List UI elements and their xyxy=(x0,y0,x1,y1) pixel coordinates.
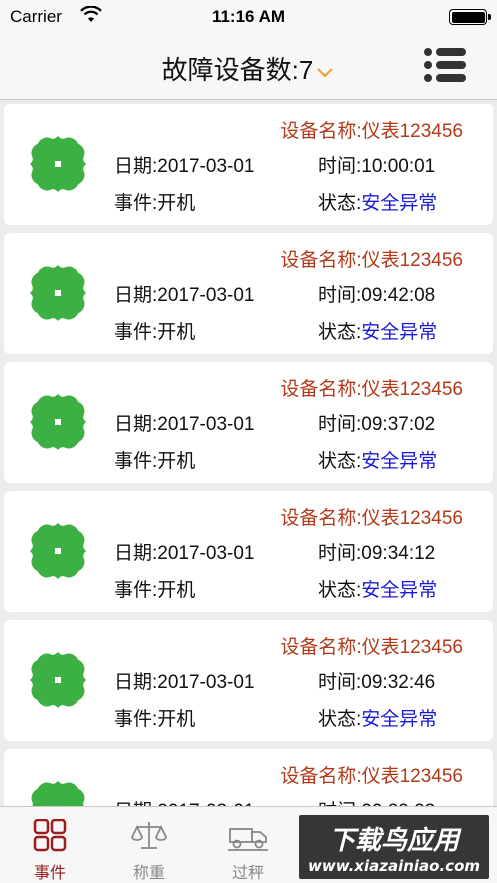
event-card[interactable]: 设备名称:仪表123456 日期:2017-03-01 时间:09:34:12 … xyxy=(4,491,493,612)
event-status: 状态:安全异常 xyxy=(318,317,437,344)
status-value: 安全异常 xyxy=(361,193,438,214)
event-time: 时间:09:32:46 xyxy=(318,672,436,693)
event-date: 日期:2017-03-01 xyxy=(114,543,255,564)
clover-icon xyxy=(30,394,86,450)
battery-icon xyxy=(449,9,491,25)
status-value: 安全异常 xyxy=(361,709,438,730)
tab-label: 过秤 xyxy=(231,865,264,882)
event-card[interactable]: 设备名称:仪表123456 日期:2017-03-01 时间:09:29:23 xyxy=(4,749,493,806)
clover-icon xyxy=(30,652,86,708)
scale-icon xyxy=(131,822,167,849)
status-label: 状态: xyxy=(318,322,362,343)
clock: 11:16 AM xyxy=(211,7,286,26)
status-value: 安全异常 xyxy=(361,580,438,601)
event-card[interactable]: 设备名称:仪表123456 日期:2017-03-01 时间:09:37:02 … xyxy=(4,362,493,483)
device-name: 设备名称:仪表123456 xyxy=(280,379,463,400)
clover-icon xyxy=(31,781,85,806)
device-name: 设备名称:仪表123456 xyxy=(280,508,463,529)
tab-events[interactable]: 事件 xyxy=(0,807,100,883)
event-card[interactable]: 设备名称:仪表123456 日期:2017-03-01 时间:10:00:01 … xyxy=(4,104,493,225)
event-time: 时间:09:29:23 xyxy=(318,796,435,806)
nav-bar: 故障设备数:7 xyxy=(0,36,497,100)
status-label: 状态: xyxy=(318,193,362,214)
event-date: 日期:2017-03-01 xyxy=(114,285,255,306)
event-status: 状态:安全异常 xyxy=(318,704,437,731)
status-label: 状态: xyxy=(318,580,362,601)
event-type: 事件:开机 xyxy=(114,580,196,601)
page-title: 故障设备数:7 xyxy=(161,55,314,85)
device-name: 设备名称:仪表123456 xyxy=(280,766,463,787)
event-time: 时间:09:34:12 xyxy=(318,543,436,564)
list-menu-icon[interactable] xyxy=(423,46,467,84)
tab-weighing[interactable]: 称重 xyxy=(99,807,199,883)
clover-icon xyxy=(30,265,86,321)
event-type: 事件:开机 xyxy=(114,193,196,214)
event-status: 状态:安全异常 xyxy=(318,575,437,602)
tab-label: 称重 xyxy=(132,865,165,882)
event-list[interactable]: 设备名称:仪表123456 日期:2017-03-01 时间:10:00:01 … xyxy=(0,101,497,806)
tab-label: 事件 xyxy=(33,865,66,882)
clover-icon xyxy=(30,136,86,192)
event-time: 时间:09:42:08 xyxy=(318,285,436,306)
event-time: 时间:09:37:02 xyxy=(318,414,436,435)
tab-pass-scale[interactable]: 过秤 xyxy=(198,807,298,883)
event-date: 日期:2017-03-01 xyxy=(114,414,255,435)
event-status: 状态:安全异常 xyxy=(318,188,437,215)
device-name: 设备名称:仪表123456 xyxy=(280,250,463,271)
truck-icon xyxy=(228,828,268,851)
status-label: 状态: xyxy=(318,709,362,730)
status-bar: Carrier 11:16 AM xyxy=(0,0,497,36)
device-name: 设备名称:仪表123456 xyxy=(280,637,463,658)
status-label: 状态: xyxy=(318,451,362,472)
grid-icon xyxy=(33,819,67,852)
chevron-down-icon xyxy=(317,68,334,78)
event-status: 状态:安全异常 xyxy=(318,446,437,473)
watermark-logo: 下载鸟应用 www.xiazainiao.com xyxy=(299,815,489,879)
event-date: 日期:2017-03-01 xyxy=(114,796,254,806)
event-card[interactable]: 设备名称:仪表123456 日期:2017-03-01 时间:09:42:08 … xyxy=(4,233,493,354)
device-name: 设备名称:仪表123456 xyxy=(280,121,463,142)
clover-icon xyxy=(30,523,86,579)
event-card[interactable]: 设备名称:仪表123456 日期:2017-03-01 时间:09:32:46 … xyxy=(4,620,493,741)
event-type: 事件:开机 xyxy=(114,709,196,730)
status-value: 安全异常 xyxy=(361,451,438,472)
event-date: 日期:2017-03-01 xyxy=(114,672,255,693)
event-type: 事件:开机 xyxy=(114,322,196,343)
svg-text:下载鸟应用: 下载鸟应用 xyxy=(329,826,462,856)
event-time: 时间:10:00:01 xyxy=(318,156,436,177)
svg-text:www.xiazainiao.com: www.xiazainiao.com xyxy=(308,857,480,875)
event-type: 事件:开机 xyxy=(114,451,196,472)
status-value: 安全异常 xyxy=(361,322,438,343)
event-date: 日期:2017-03-01 xyxy=(114,156,255,177)
